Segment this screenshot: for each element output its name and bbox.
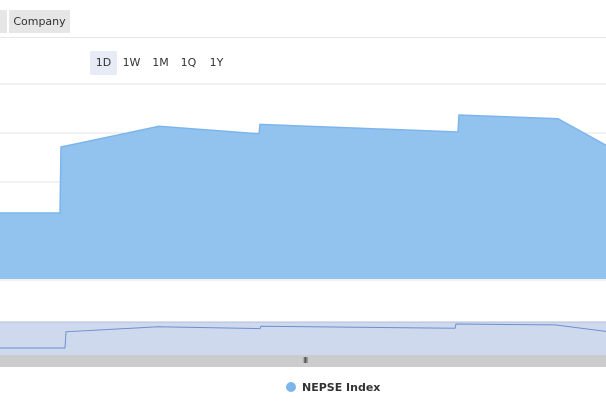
range-button-1q[interactable]: 1Q xyxy=(175,51,202,75)
series-area-nepse-index[interactable] xyxy=(0,115,606,279)
range-button-1d[interactable]: 1D xyxy=(90,51,117,75)
legend-item-nepse-index[interactable]: NEPSE Index xyxy=(286,379,380,395)
legend-dot-icon xyxy=(286,382,296,392)
range-button-1w[interactable]: 1W xyxy=(118,51,145,75)
legend-label: NEPSE Index xyxy=(302,380,381,394)
range-button-1y[interactable]: 1Y xyxy=(203,51,230,75)
scrollbar-grip-icon[interactable]: III xyxy=(303,355,308,367)
range-button-1m[interactable]: 1M xyxy=(147,51,174,75)
stock-chart-widget: Company 1D 1W 1M 1Q 1Y III NEPSE Index xyxy=(0,0,606,409)
navigator[interactable] xyxy=(0,321,606,355)
